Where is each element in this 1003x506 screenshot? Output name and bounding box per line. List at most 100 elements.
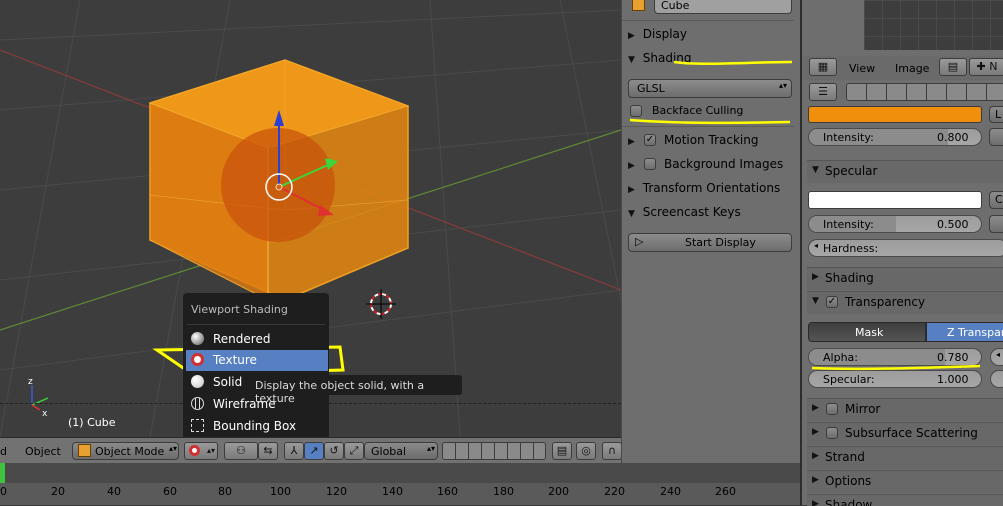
translate-button[interactable]: ⅄	[284, 442, 304, 460]
play-icon: ▷	[635, 235, 644, 248]
tick-label: 40	[107, 485, 121, 498]
specular-color-field[interactable]	[808, 191, 982, 209]
image-editor-header: ▦ View Image ▤ ✚ N	[802, 56, 1003, 80]
left-arrow-icon: ◂	[996, 350, 1001, 359]
expanded-triangle-icon: ▼	[628, 209, 635, 219]
lock-layers-button[interactable]: ▤	[552, 442, 572, 460]
image-menu[interactable]: Image	[895, 62, 929, 75]
viewport-shading-menu: Viewport Shading Rendered Texture Solid …	[183, 293, 329, 440]
editor-type-button[interactable]: ▦	[809, 58, 837, 76]
tick-label: 100	[270, 485, 291, 498]
scale-icon: ⤢	[349, 444, 359, 457]
tick-label: 80	[218, 485, 232, 498]
collapsed-triangle-icon: ▶	[628, 161, 635, 171]
menu-item-rendered[interactable]: Rendered	[183, 329, 329, 350]
collapsed-triangle-icon: ▶	[812, 475, 819, 485]
new-image-button[interactable]: ✚ N	[969, 58, 1003, 76]
timeline[interactable]: 0 20 40 60 80 100 120 140 160 180 200 22…	[0, 463, 800, 505]
object-label: (1) Cube	[68, 416, 116, 429]
snap-toggle[interactable]: ∩	[602, 442, 622, 460]
tick-label: 260	[715, 485, 736, 498]
collapsed-triangle-icon: ▶	[628, 185, 635, 195]
orientation-selector[interactable]: Global ▴▾	[364, 442, 438, 460]
shading-section-header[interactable]: ▶ Shading	[807, 267, 1003, 290]
object-mode-icon	[78, 444, 91, 457]
specular-intensity-slider[interactable]: Intensity: 0.500	[808, 215, 982, 233]
solid-icon	[191, 375, 204, 388]
collapsed-triangle-icon: ▶	[812, 427, 819, 437]
diffuse-shader-button[interactable]: L	[989, 106, 1003, 123]
viewport-properties-panel: Cube ▶ Display ▼ Shading GLSL ▴▾ Backfac…	[621, 0, 801, 463]
menu-title: Viewport Shading	[191, 303, 288, 316]
annotation-overlay	[811, 364, 981, 371]
tick-label: 0	[0, 485, 7, 498]
context-tabs[interactable]	[846, 83, 1003, 101]
tick-label: 60	[163, 485, 177, 498]
mode-selector[interactable]: Object Mode ▴▾	[72, 442, 179, 460]
menu-item-texture[interactable]: Texture	[186, 350, 328, 371]
collapsed-triangle-icon: ▶	[812, 272, 819, 282]
image-editor-canvas[interactable]	[864, 0, 1003, 50]
object-menu[interactable]: Object	[25, 445, 61, 458]
strand-section-header[interactable]: ▶ Strand	[807, 446, 1003, 469]
screencast-keys-section[interactable]: ▼ Screencast Keys	[628, 205, 792, 219]
z-transparency-button[interactable]: Z Transpare	[926, 322, 1003, 342]
shadow-section-header[interactable]: ▶ Shadow	[807, 494, 1003, 506]
checkbox-checked[interactable]: ✓	[644, 134, 656, 146]
specular-ramp-toggle[interactable]	[989, 215, 1003, 233]
specular-section-header[interactable]: ▼ Specular	[807, 160, 1003, 183]
checkbox[interactable]	[826, 427, 838, 439]
current-frame-marker[interactable]	[0, 463, 5, 483]
tick-label: 20	[51, 485, 65, 498]
mask-button[interactable]: Mask	[808, 322, 926, 342]
motion-tracking-section[interactable]: ▶ ✓ Motion Tracking	[628, 133, 792, 147]
diffuse-color-field[interactable]	[808, 106, 982, 123]
transform-orientations-section[interactable]: ▶ Transform Orientations	[628, 181, 792, 195]
mirror-section-header[interactable]: ▶ Mirror	[807, 398, 1003, 421]
tick-label: 220	[604, 485, 625, 498]
magnet-icon: ∩	[607, 444, 617, 457]
properties-icon: ☰	[818, 85, 828, 98]
svg-text:x: x	[42, 409, 48, 419]
pivot-icon: ⚇	[236, 444, 246, 457]
hardness-field[interactable]: ◂ Hardness:	[808, 239, 1003, 257]
tick-label: 180	[493, 485, 514, 498]
layer-buttons[interactable]	[442, 442, 546, 460]
updown-icon: ▴▾	[427, 444, 436, 453]
tick-label: 240	[660, 485, 681, 498]
background-images-section[interactable]: ▶ Background Images	[628, 157, 792, 171]
specular-shader-button[interactable]: C	[989, 191, 1003, 209]
collapsed-triangle-icon: ▶	[812, 451, 819, 461]
rendered-icon	[191, 332, 204, 345]
browse-image-button[interactable]: ▤	[939, 58, 967, 76]
pivot-button[interactable]: ⚇	[224, 442, 258, 460]
rotate-button[interactable]: ↺	[324, 442, 344, 460]
transparency-section-header[interactable]: ▼ ✓ Transparency	[807, 291, 1003, 314]
manipulator-icon: ⇆	[263, 444, 273, 457]
circle-icon: ◎	[581, 444, 591, 457]
view-menu[interactable]: d	[0, 445, 7, 458]
tick-label: 160	[437, 485, 458, 498]
start-display-button[interactable]: ▷ Start Display	[628, 233, 792, 252]
scale-button[interactable]: ⤢	[344, 442, 364, 460]
properties-panel: ▦ View Image ▤ ✚ N ☰ L Intensity: 0.800 …	[800, 0, 1003, 506]
tick-label: 200	[548, 485, 569, 498]
view-menu[interactable]: View	[849, 62, 875, 75]
proportional-editing-button[interactable]: ◎	[576, 442, 596, 460]
manipulator-toggle[interactable]: ⇆	[258, 442, 278, 460]
checkbox[interactable]	[644, 158, 656, 170]
annotation-overlay	[629, 60, 793, 125]
tick-label: 120	[326, 485, 347, 498]
rotate-icon: ↺	[329, 444, 339, 457]
diffuse-ramp-toggle[interactable]	[989, 128, 1003, 146]
diffuse-intensity-slider[interactable]: Intensity: 0.800	[808, 128, 982, 146]
viewport-shading-button[interactable]: ▴▾	[184, 442, 218, 460]
checkbox[interactable]	[826, 403, 838, 415]
move-button[interactable]: ↗	[304, 442, 324, 460]
checkbox-checked[interactable]: ✓	[826, 296, 838, 308]
options-section-header[interactable]: ▶ Options	[807, 470, 1003, 493]
menu-separator	[187, 324, 325, 325]
editor-type-button[interactable]: ☰	[809, 83, 837, 101]
menu-item-bounding-box[interactable]: Bounding Box	[183, 416, 329, 437]
subsurface-scattering-section-header[interactable]: ▶ Subsurface Scattering	[807, 422, 1003, 445]
